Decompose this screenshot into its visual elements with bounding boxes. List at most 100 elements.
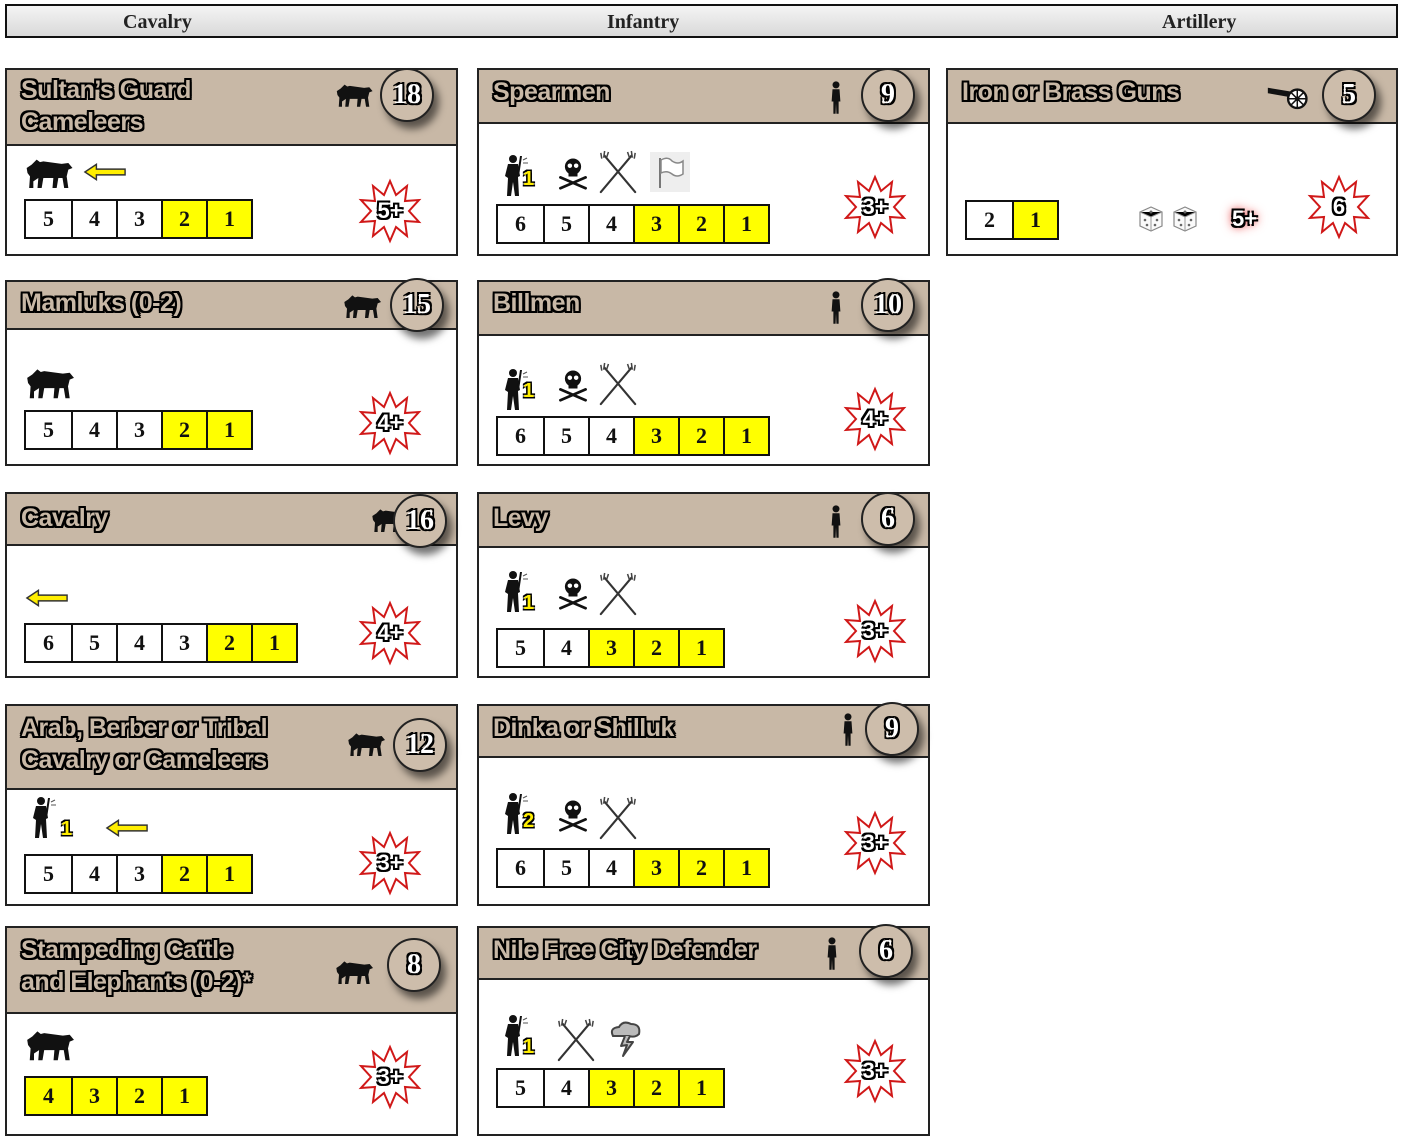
save-burst: 3+	[357, 1044, 423, 1110]
damage-box: 3	[633, 418, 678, 454]
save-value: 3+	[377, 850, 403, 875]
pitchfork-icon	[597, 796, 639, 840]
damage-box: 3	[633, 850, 678, 886]
damage-box: 1	[1012, 202, 1057, 238]
card-title-line1: Sultan’s Guard	[21, 76, 191, 104]
save-value: 4+	[377, 410, 403, 435]
damage-box: 4	[71, 856, 116, 892]
fire-value: 1	[61, 818, 73, 840]
damage-box: 2	[678, 206, 723, 242]
damage-track: 5 4 3 2 1	[496, 1068, 725, 1108]
soldier-icon	[825, 936, 839, 972]
flag-icon	[647, 152, 693, 192]
header-artillery: Artillery	[1162, 11, 1237, 33]
fire-value: 1	[523, 592, 535, 614]
horse-icon	[347, 730, 387, 758]
save-value: 4+	[377, 620, 403, 645]
damage-box: 1	[723, 850, 768, 886]
save-burst: 3+	[842, 1038, 908, 1104]
card-title-line1: Cavalry	[21, 504, 108, 532]
damage-box: 3	[116, 412, 161, 448]
damage-track: 6 5 4 3 2 1	[24, 623, 298, 663]
damage-box: 1	[161, 1078, 206, 1114]
damage-track: 5 4 3 2 1	[24, 199, 253, 239]
save-burst: 3+	[842, 174, 908, 240]
damage-box: 3	[633, 206, 678, 242]
damage-box: 5	[43, 861, 54, 886]
card-iron-brass-guns: Iron or Brass Guns 5 2 1 5+ 6	[946, 68, 1398, 256]
damage-box: 4	[543, 630, 588, 666]
damage-box: 4	[588, 850, 633, 886]
save-value: 3+	[862, 194, 888, 219]
damage-box: 5	[543, 850, 588, 886]
damage-box: 4	[588, 206, 633, 242]
skull-icon	[555, 796, 591, 832]
damage-box: 3	[116, 856, 161, 892]
pitchfork-icon	[597, 362, 639, 406]
damage-box: 2	[678, 418, 723, 454]
fire-value: 1	[523, 1036, 535, 1058]
pitchfork-icon	[597, 572, 639, 616]
dice-icon	[1136, 204, 1166, 234]
skull-icon	[555, 154, 591, 190]
save-burst: 4+	[842, 386, 908, 452]
damage-box: 3	[588, 1070, 633, 1106]
points-badge: 16	[393, 494, 447, 548]
skull-icon	[555, 574, 591, 610]
points-badge: 6	[859, 924, 913, 978]
damage-box: 4	[588, 418, 633, 454]
points-badge: 18	[380, 68, 434, 122]
damage-box: 1	[678, 630, 723, 666]
save-value: 6	[1332, 194, 1346, 219]
horse-icon	[25, 156, 75, 190]
card-title-line1: Dinka or Shilluk	[493, 714, 674, 742]
damage-box: 3	[588, 630, 633, 666]
damage-box: 2	[161, 412, 206, 448]
save-value: 5+	[377, 198, 403, 223]
header-infantry: Infantry	[607, 11, 680, 33]
card-title-bar: Mamluks (0-2)	[7, 282, 456, 330]
damage-box: 1	[206, 856, 251, 892]
damage-box: 5	[43, 206, 54, 231]
card-title-line1: Iron or Brass Guns	[962, 78, 1180, 106]
card-title-line2: and Elephants (0-2)*	[21, 968, 252, 996]
card-mamluks: Mamluks (0-2) 15 5 4 3 2 1 4+	[5, 278, 458, 466]
arrow-left-icon	[25, 588, 69, 608]
hit-value: 5+	[1232, 206, 1258, 231]
damage-box: 2	[206, 625, 251, 661]
card-title-line1: Stampeding Cattle	[21, 936, 232, 964]
damage-box: 5	[43, 417, 54, 442]
card-title-line1: Mamluks (0-2)	[21, 289, 182, 317]
card-sultans-guard-cameleers: Sultan’s Guard Cameleers 18 5 4 3 2 1 5+	[5, 68, 458, 256]
points-badge: 9	[861, 68, 915, 122]
damage-track: 6 5 4 3 2 1	[496, 416, 770, 456]
card-title-line1: Nile Free City Defender	[493, 936, 757, 964]
card-title-line2: Cameleers	[21, 108, 143, 136]
damage-box: 1	[206, 201, 251, 237]
soldier-icon	[829, 290, 843, 326]
damage-track: 5 4 3 2 1	[24, 854, 253, 894]
damage-box: 3	[116, 201, 161, 237]
points-badge: 9	[865, 702, 919, 756]
category-header-bar: Cavalry Infantry Artillery	[5, 4, 1398, 38]
save-value: 3+	[862, 1058, 888, 1083]
damage-box: 6	[515, 855, 526, 880]
damage-box: 1	[678, 1070, 723, 1106]
header-cavalry: Cavalry	[123, 11, 192, 33]
fire-value: 2	[523, 810, 535, 832]
card-title-bar: Dinka or Shilluk	[479, 706, 928, 758]
damage-box: 6	[515, 423, 526, 448]
points-badge: 6	[861, 492, 915, 546]
card-title-line1: Arab, Berber or Tribal	[21, 714, 268, 742]
save-value: 3+	[377, 1064, 403, 1089]
horse-icon	[335, 82, 375, 108]
save-value: 4+	[862, 406, 888, 431]
damage-box: 5	[71, 625, 116, 661]
damage-box: 1	[723, 418, 768, 454]
damage-track: 5 4 3 2 1	[24, 410, 253, 450]
fire-value: 1	[523, 380, 535, 402]
arrow-left-icon	[83, 162, 127, 182]
pitchfork-icon	[555, 1018, 597, 1062]
horse-icon	[335, 958, 375, 986]
cannon-icon	[1266, 82, 1312, 110]
